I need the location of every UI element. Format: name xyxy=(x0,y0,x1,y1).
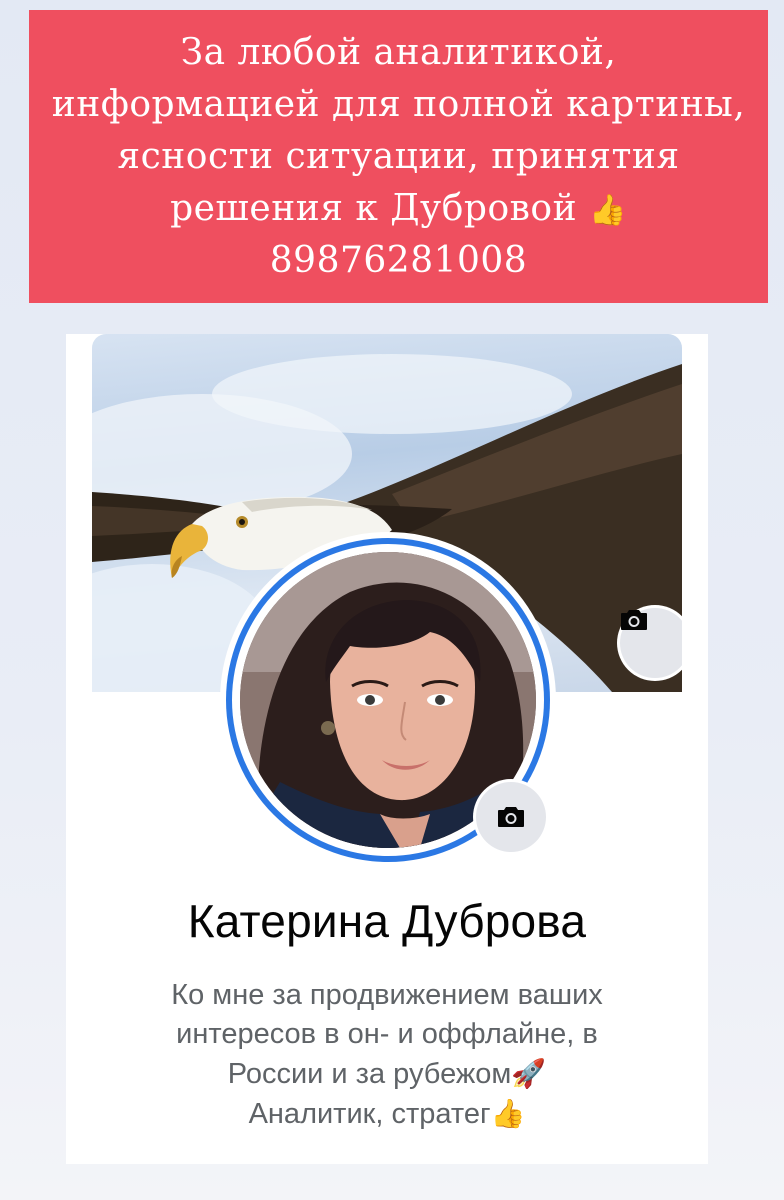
cover-camera-button[interactable] xyxy=(620,608,682,678)
bio-line: интересов в он- и оффлайне, в xyxy=(176,1018,598,1050)
rocket-icon: 🚀 xyxy=(511,1058,547,1089)
thumbs-up-icon: 👍 xyxy=(589,192,627,228)
avatar-camera-button[interactable] xyxy=(476,782,546,852)
banner-phone: 89876281008 xyxy=(269,239,528,281)
profile-card: Катерина Дуброва Ко мне за продвижением … xyxy=(66,334,708,1164)
promo-banner: За любой аналитикой, информацией для пол… xyxy=(29,10,768,303)
profile-bio: Ко мне за продвижением ваших интересов в… xyxy=(96,976,678,1134)
bio-line: Аналитик, стратег xyxy=(248,1098,491,1130)
bio-line: России и за рубежом xyxy=(227,1058,512,1090)
bio-line: Ко мне за продвижением ваших xyxy=(171,979,603,1011)
thumbs-up-icon: 👍 xyxy=(490,1098,526,1129)
banner-text: За любой аналитикой, информацией для пол… xyxy=(51,31,746,229)
profile-name: Катерина Дуброва xyxy=(187,895,587,947)
camera-icon xyxy=(621,610,647,630)
camera-icon xyxy=(498,807,524,827)
